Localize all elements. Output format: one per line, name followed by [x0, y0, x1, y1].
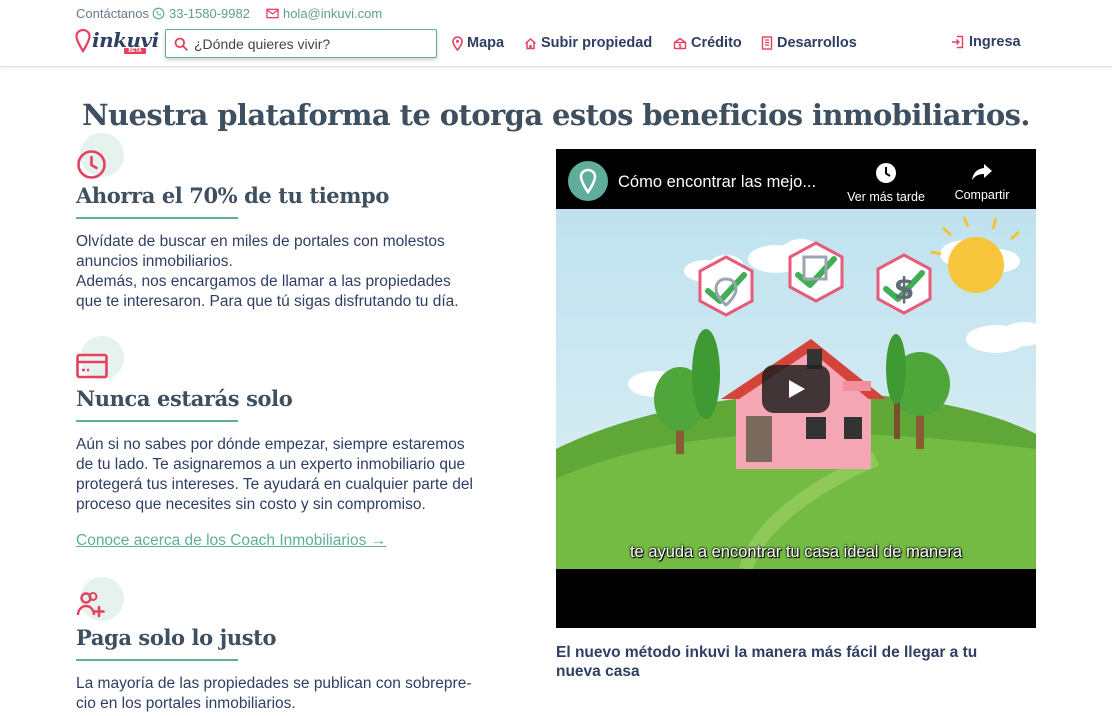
- benefit-icon-wrap: [76, 336, 124, 384]
- benefit-icon-wrap: [76, 577, 124, 625]
- home-icon: [524, 37, 537, 49]
- text-line: Olvídate de buscar en miles de portales …: [76, 233, 445, 250]
- video-subtitle: te ayuda a encontrar tu casa ideal de ma…: [629, 543, 963, 561]
- search-box[interactable]: [165, 29, 437, 58]
- title-underline: [76, 217, 238, 219]
- contact-label: Contáctanos: [76, 5, 149, 21]
- text-line: proceso que necesites sin costo y sin co…: [76, 496, 426, 513]
- benefit-icon-wrap: [76, 133, 124, 181]
- text-line: Además, nos encargamos de llamar a las p…: [76, 273, 451, 290]
- nav-mapa-label: Mapa: [467, 35, 505, 51]
- login-label: Ingresa: [969, 34, 1021, 50]
- email-address: hola@inkuvi.com: [282, 5, 383, 21]
- card-icon: [76, 353, 108, 379]
- nav-mapa[interactable]: Mapa: [452, 34, 504, 52]
- nav-desarrollos[interactable]: Desarrollos: [761, 34, 857, 52]
- building-icon: [761, 36, 773, 50]
- text-line: de tu lado. Te asignaremos a un experto …: [76, 456, 466, 473]
- channel-avatar[interactable]: [568, 161, 608, 201]
- nav-credito[interactable]: $ Crédito: [673, 34, 742, 52]
- video-caption: El nuevo método inkuvi la manera más fác…: [556, 644, 978, 680]
- share-button[interactable]: Compartir: [942, 162, 1022, 202]
- map-pin-icon: [452, 35, 463, 51]
- login-icon: [952, 35, 964, 49]
- play-button[interactable]: [762, 365, 830, 413]
- svg-text:$: $: [678, 43, 682, 49]
- benefit-description: Aún si no sabes por dónde empezar, siemp…: [76, 435, 541, 515]
- nav-subir-propiedad-label: Subir propiedad: [541, 35, 653, 51]
- coach-link[interactable]: Conoce acerca de los Coach Inmobiliarios…: [76, 532, 386, 550]
- text-line: anuncios inmobiliarios.: [76, 253, 233, 270]
- email-link[interactable]: hola@inkuvi.com: [266, 6, 382, 21]
- login-button[interactable]: Ingresa: [951, 33, 1021, 51]
- credit-icon: $: [673, 37, 687, 49]
- site-header: Contáctanos 33-1580-9982 hola@inkuvi.com…: [0, 0, 1112, 67]
- watch-later-label: Ver más tarde: [847, 190, 925, 204]
- title-underline: [76, 659, 238, 661]
- nav-subir-propiedad[interactable]: Subir propiedad: [524, 34, 652, 52]
- inkuvi-logo[interactable]: inkuvi BETA: [75, 27, 159, 57]
- clock-icon: [876, 163, 896, 183]
- location-pin-icon: [579, 168, 597, 194]
- benefit-title: Ahorra el 70% de tu tiempo: [76, 183, 389, 208]
- clock-icon: [77, 150, 106, 179]
- logo-pin-icon: [75, 29, 91, 53]
- share-icon: [972, 164, 992, 180]
- share-label: Compartir: [954, 188, 1010, 202]
- video-title[interactable]: Cómo encontrar las mejo...: [618, 173, 816, 192]
- page-headline: Nuestra plataforma te otorga estos benef…: [82, 98, 1030, 132]
- search-input[interactable]: [194, 35, 424, 52]
- search-icon: [174, 37, 188, 51]
- text-line: Aún si no sabes por dónde empezar, siemp…: [76, 436, 465, 453]
- title-underline: [76, 420, 238, 422]
- benefit-title: Nunca estarás solo: [76, 386, 293, 411]
- phone-number: 33-1580-9982: [169, 5, 250, 21]
- benefit-description: La mayoría de las propiedades se publica…: [76, 674, 541, 714]
- beta-badge: BETA: [124, 48, 146, 54]
- text-line: protegerá tus intereses. Te ayudará en c…: [76, 476, 473, 493]
- benefit-title: Paga solo lo justo: [76, 625, 277, 650]
- video-top-bar: Cómo encontrar las mejo... Ver más tarde…: [556, 149, 1036, 209]
- whatsapp-icon: [152, 7, 165, 19]
- video-player[interactable]: $ Cómo encontrar las mejo... Ver más tar…: [556, 149, 1036, 628]
- users-plus-icon: [76, 592, 105, 618]
- phone-link[interactable]: 33-1580-9982: [152, 6, 250, 21]
- svg-text:$: $: [894, 272, 915, 307]
- text-line: cio en los portales inmobiliarios.: [76, 695, 296, 712]
- mail-icon: [266, 8, 279, 18]
- text-line: que te interesaron. Para que tú sigas di…: [76, 293, 459, 310]
- benefit-description: Olvídate de buscar en miles de portales …: [76, 232, 541, 312]
- contact-bar: Contáctanos 33-1580-9982 hola@inkuvi.com: [76, 5, 398, 21]
- nav-credito-label: Crédito: [691, 35, 742, 51]
- text-line: La mayoría de las propiedades se publica…: [76, 675, 472, 692]
- nav-desarrollos-label: Desarrollos: [777, 35, 857, 51]
- watch-later-button[interactable]: Ver más tarde: [836, 162, 936, 204]
